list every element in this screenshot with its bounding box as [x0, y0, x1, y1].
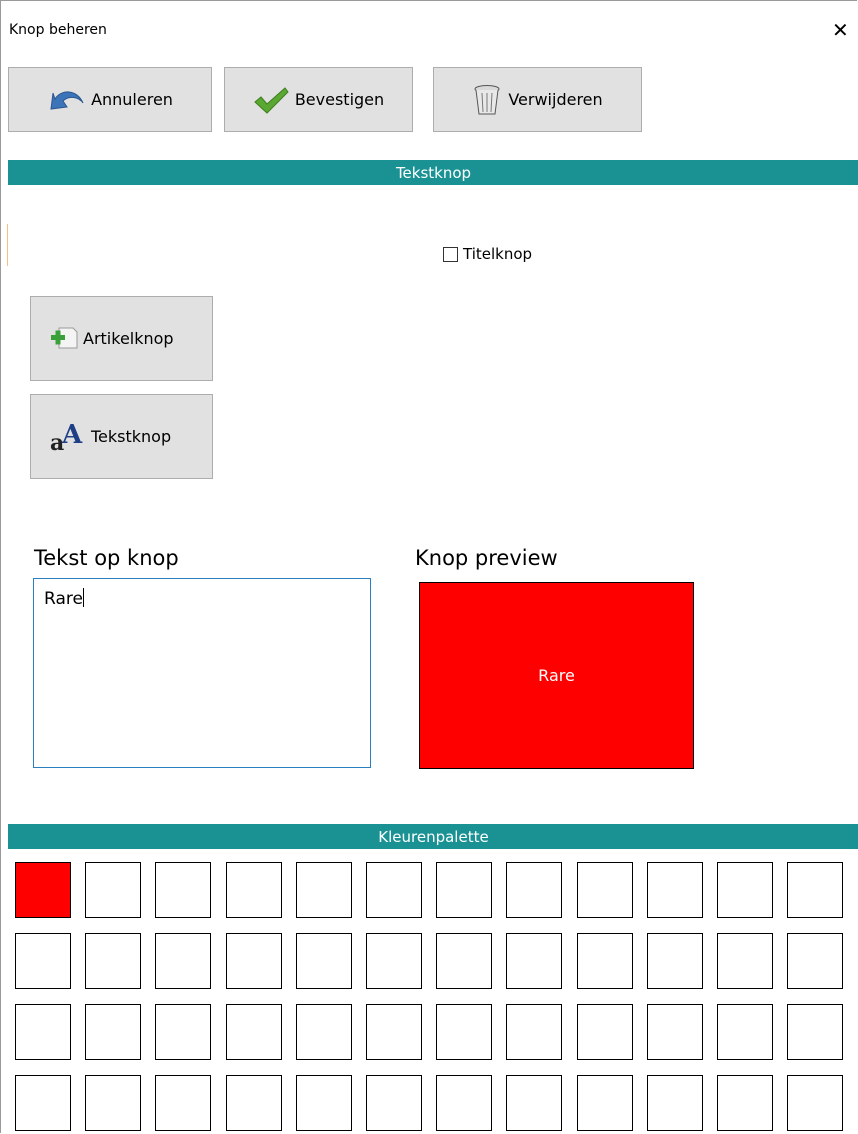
- color-swatch[interactable]: [506, 1075, 562, 1131]
- color-swatch[interactable]: [577, 1004, 633, 1060]
- color-swatch[interactable]: [436, 1075, 492, 1131]
- color-swatch[interactable]: [717, 862, 773, 918]
- color-swatch[interactable]: [85, 1004, 141, 1060]
- text-caret: [82, 588, 84, 607]
- color-swatch[interactable]: [226, 1004, 282, 1060]
- color-swatch[interactable]: [155, 1004, 211, 1060]
- color-swatch[interactable]: [296, 933, 352, 989]
- color-swatch[interactable]: [787, 862, 843, 918]
- confirm-button[interactable]: Bevestigen: [224, 67, 413, 132]
- article-button[interactable]: Artikelknop: [30, 296, 213, 381]
- section-header-palette: Kleurenpalette: [8, 824, 858, 849]
- text-button[interactable]: a A Tekstknop: [30, 394, 213, 479]
- font-icon: a A: [49, 418, 87, 456]
- color-swatch[interactable]: [85, 1075, 141, 1131]
- color-swatch[interactable]: [296, 1075, 352, 1131]
- color-swatch[interactable]: [577, 933, 633, 989]
- color-swatch[interactable]: [436, 862, 492, 918]
- color-swatch[interactable]: [296, 862, 352, 918]
- color-swatch[interactable]: [436, 933, 492, 989]
- color-swatch[interactable]: [15, 862, 71, 918]
- color-swatch[interactable]: [787, 933, 843, 989]
- text-button-label: Tekstknop: [91, 427, 172, 446]
- preview-label: Knop preview: [415, 546, 558, 570]
- cancel-button-label: Annuleren: [91, 90, 173, 109]
- color-swatch[interactable]: [577, 1075, 633, 1131]
- close-icon[interactable]: ✕: [832, 20, 849, 40]
- color-swatch[interactable]: [155, 933, 211, 989]
- color-swatch[interactable]: [717, 1004, 773, 1060]
- color-swatch[interactable]: [226, 1075, 282, 1131]
- article-button-label: Artikelknop: [83, 329, 174, 348]
- delete-button-label: Verwijderen: [508, 90, 603, 109]
- color-swatch[interactable]: [155, 862, 211, 918]
- color-swatch[interactable]: [647, 933, 703, 989]
- undo-arrow-icon: [47, 85, 85, 115]
- color-swatch[interactable]: [296, 1004, 352, 1060]
- checkbox-box[interactable]: [443, 246, 458, 262]
- button-text-input[interactable]: Rare: [33, 578, 371, 768]
- color-swatch[interactable]: [647, 862, 703, 918]
- button-text-value: Rare: [44, 589, 83, 609]
- color-swatch[interactable]: [366, 933, 422, 989]
- color-swatch[interactable]: [85, 933, 141, 989]
- text-on-button-label: Tekst op knop: [34, 546, 179, 570]
- color-swatch[interactable]: [506, 862, 562, 918]
- cancel-button[interactable]: Annuleren: [8, 67, 212, 132]
- title-button-label: Titelknop: [463, 245, 533, 263]
- color-swatch[interactable]: [366, 1075, 422, 1131]
- color-swatch[interactable]: [787, 1075, 843, 1131]
- color-swatch[interactable]: [226, 862, 282, 918]
- delete-button[interactable]: Verwijderen: [433, 67, 642, 132]
- color-swatch[interactable]: [506, 1004, 562, 1060]
- color-swatch[interactable]: [155, 1075, 211, 1131]
- checkmark-icon: [253, 86, 289, 114]
- color-swatch[interactable]: [85, 862, 141, 918]
- preview-text: Rare: [538, 666, 575, 685]
- color-swatch[interactable]: [366, 1004, 422, 1060]
- color-swatch[interactable]: [577, 862, 633, 918]
- color-swatch[interactable]: [717, 933, 773, 989]
- color-swatch[interactable]: [366, 862, 422, 918]
- color-swatch[interactable]: [506, 933, 562, 989]
- add-document-icon: [49, 324, 79, 354]
- color-swatch[interactable]: [647, 1075, 703, 1131]
- confirm-button-label: Bevestigen: [294, 90, 385, 109]
- color-swatch[interactable]: [787, 1004, 843, 1060]
- window-title: Knop beheren: [9, 22, 107, 38]
- color-swatch[interactable]: [15, 933, 71, 989]
- section-header-button-type: Tekstknop: [8, 160, 858, 185]
- edge-marker: [7, 224, 8, 266]
- button-preview: Rare: [419, 582, 694, 769]
- color-swatch[interactable]: [15, 1075, 71, 1131]
- color-swatch[interactable]: [647, 1004, 703, 1060]
- color-swatch[interactable]: [717, 1075, 773, 1131]
- color-swatch[interactable]: [436, 1004, 492, 1060]
- color-swatch[interactable]: [226, 933, 282, 989]
- svg-text:A: A: [61, 420, 83, 450]
- title-button-checkbox[interactable]: Titelknop: [443, 245, 532, 263]
- color-swatch[interactable]: [15, 1004, 71, 1060]
- trash-bin-icon: [472, 84, 502, 116]
